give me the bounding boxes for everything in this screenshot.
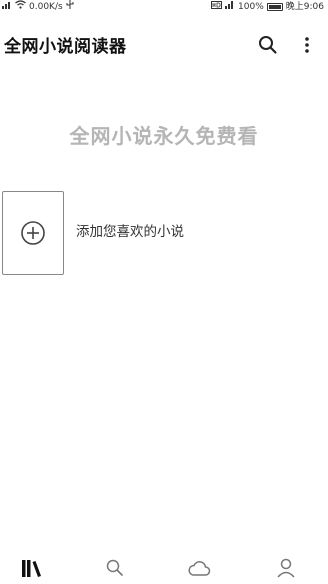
more-vert-icon: [305, 37, 309, 53]
more-options-button[interactable]: [300, 34, 314, 56]
hd-icon: [211, 0, 223, 13]
add-novel-label: 添加您喜欢的小说: [76, 224, 184, 240]
search-icon: [106, 559, 123, 576]
bottom-nav: [0, 548, 328, 584]
add-novel-button[interactable]: [2, 191, 64, 275]
app-title: 全网小说阅读器: [4, 37, 127, 57]
status-left: 0.00K/s: [2, 0, 74, 13]
search-icon: [259, 36, 277, 54]
signal-bars-icon: [225, 0, 235, 13]
signal-icon: [2, 0, 12, 13]
profile-icon: [277, 558, 295, 578]
nav-cloud[interactable]: [187, 556, 211, 580]
nav-bookshelf[interactable]: [20, 556, 44, 580]
search-button[interactable]: [257, 34, 279, 56]
add-novel-row[interactable]: 添加您喜欢的小说: [0, 190, 328, 276]
usb-icon: [66, 0, 74, 13]
battery-percent: 100%: [238, 1, 264, 12]
clock-time: 晚上9:06: [285, 1, 324, 12]
nav-search[interactable]: [103, 556, 127, 580]
network-speed: 0.00K/s: [29, 1, 63, 12]
nav-profile[interactable]: [274, 556, 298, 580]
cloud-icon: [188, 561, 211, 576]
status-bar: 0.00K/s 100% 晚上9:06: [0, 0, 328, 14]
app-bar: 全网小说阅读器: [0, 28, 328, 62]
slogan-text: 全网小说永久免费看: [69, 124, 259, 148]
wifi-icon: [15, 0, 26, 13]
status-right: 100% 晚上9:06: [211, 0, 324, 13]
add-circle-icon: [21, 221, 45, 245]
bookshelf-icon: [22, 560, 41, 577]
battery-icon: [266, 2, 283, 11]
